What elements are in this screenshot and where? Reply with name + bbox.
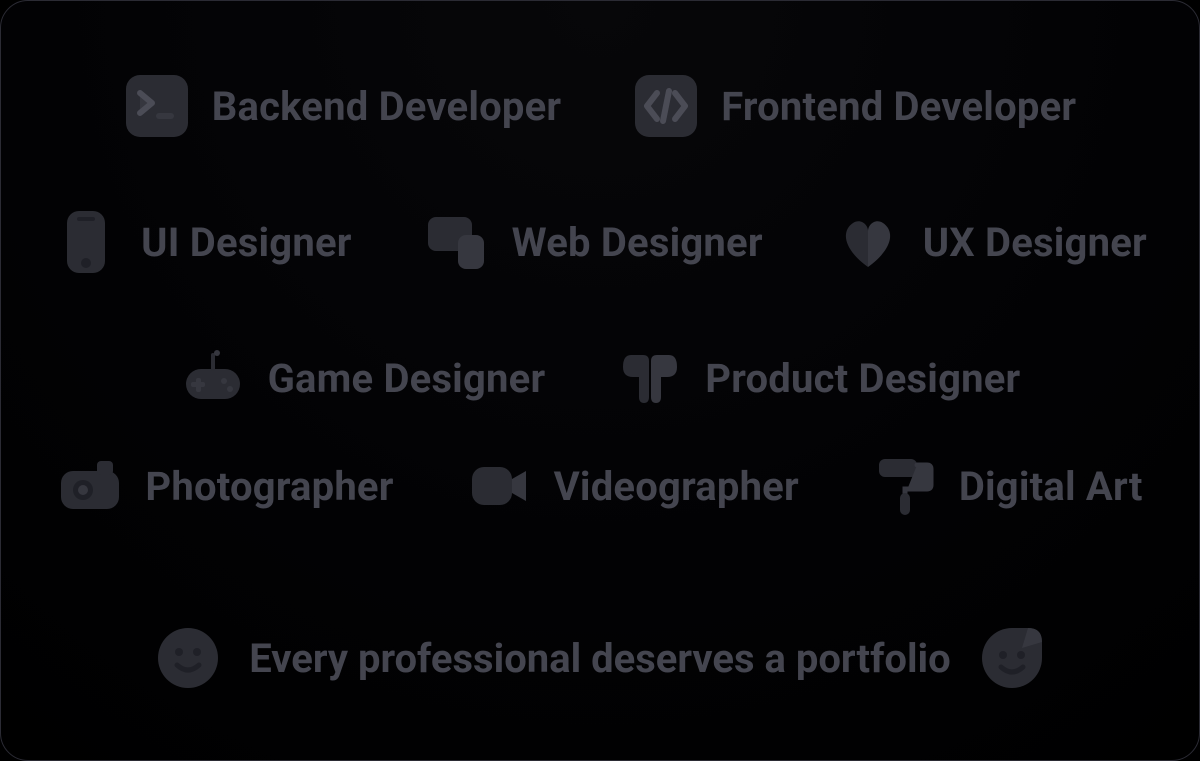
profession-label: Product Designer — [705, 355, 1020, 402]
gamepad-icon — [180, 345, 246, 411]
profession-label: Backend Developer — [212, 83, 562, 130]
phone-icon — [53, 209, 119, 275]
profession-label: Web Designer — [512, 219, 763, 266]
profession-chip: UX Designer — [799, 209, 1183, 275]
smile-icon — [155, 625, 221, 691]
footer-text: Every professional deserves a portfolio — [249, 635, 950, 682]
heart-icon — [835, 209, 901, 275]
paint-roller-icon — [871, 453, 937, 519]
code-icon — [633, 73, 699, 139]
profession-label: Game Designer — [268, 355, 546, 402]
camera-icon — [57, 453, 123, 519]
profession-row: Photographer Videographer Digital Art — [0, 453, 1200, 519]
profession-chip: Videographer — [430, 453, 835, 519]
profession-label: UI Designer — [141, 219, 351, 266]
profession-row: UI Designer Web Designer UX Designer — [0, 209, 1200, 275]
profession-row: Backend Developer Frontend Developer — [0, 73, 1200, 139]
profession-chip: Web Designer — [388, 209, 799, 275]
video-icon — [466, 453, 532, 519]
profession-chip: Game Designer — [144, 345, 582, 411]
airpods-icon — [617, 345, 683, 411]
profession-chip: Backend Developer — [88, 73, 598, 139]
profession-row: Game Designer Product Designer — [0, 345, 1200, 411]
profession-label: Photographer — [145, 463, 393, 510]
profession-label: Frontend Developer — [721, 83, 1076, 130]
profession-chip: Photographer — [21, 453, 429, 519]
terminal-icon — [124, 73, 190, 139]
profession-label: Digital Art — [959, 463, 1143, 510]
sticker-smile-icon — [979, 625, 1045, 691]
profession-chip: Frontend Developer — [597, 73, 1112, 139]
footer-row: Every professional deserves a portfolio — [0, 625, 1200, 691]
profession-chip: UI Designer — [17, 209, 387, 275]
profession-chip: Digital Art — [835, 453, 1179, 519]
profession-label: UX Designer — [923, 219, 1147, 266]
devices-icon — [424, 209, 490, 275]
profession-chip: Product Designer — [581, 345, 1056, 411]
profession-label: Videographer — [554, 463, 799, 510]
portfolio-professions-panel: Backend Developer Frontend Developer — [0, 0, 1200, 761]
